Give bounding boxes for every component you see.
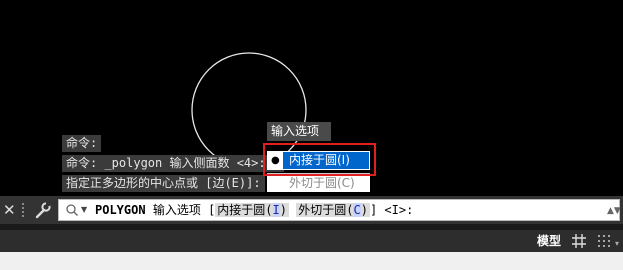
command-prompt: POLYGON 输入选项 [内接于圆(I) 外切于圆(C)] <I>: <box>95 200 413 220</box>
option-chip-circumscribed[interactable]: 外切于圆(C) <box>296 203 370 217</box>
default-value: <I>: <box>384 203 414 217</box>
snap-grid-icon[interactable] <box>597 234 611 248</box>
history-line-2: 命令: _polygon 输入侧面数 <4>: 6 <box>62 155 285 172</box>
close-bracket: ] <box>369 203 378 217</box>
chip1-key: I <box>272 203 280 217</box>
command-name: POLYGON <box>95 203 146 217</box>
chip2-text: 外切于圆( <box>298 203 354 217</box>
status-bar: 模型 ▾ <box>0 230 623 252</box>
history-line-1: 命令: <box>62 135 102 152</box>
prompt-text: 输入选项 <box>152 203 201 217</box>
command-input[interactable]: ▼ POLYGON 输入选项 [内接于圆(I) 外切于圆(C)] <I>: ▲▼ <box>58 199 621 221</box>
grid-icon[interactable] <box>571 233 587 249</box>
grip-handle-icon[interactable] <box>18 201 28 219</box>
chip2-close: ) <box>360 203 368 217</box>
chevron-down-icon[interactable]: ▾ <box>615 240 619 248</box>
chip1-close: ) <box>279 203 287 217</box>
chip2-key: C <box>353 203 361 217</box>
history-line-3: 指定正多边形的中心点或 [边(E)]: <box>62 175 265 192</box>
chip1-text: 内接于圆( <box>217 203 273 217</box>
popup-title: 输入选项 <box>267 122 331 141</box>
command-search-icon[interactable] <box>65 203 79 217</box>
close-icon[interactable]: ✕ <box>3 200 16 220</box>
highlight-callout <box>263 143 376 176</box>
option-chip-inscribed[interactable]: 内接于圆(I) <box>215 203 289 217</box>
dropdown-arrow-icon[interactable]: ▼ <box>81 202 87 218</box>
scroll-arrows-icon[interactable]: ▲▼ <box>607 206 621 216</box>
bottom-strip <box>0 252 623 270</box>
drawing-canvas[interactable]: 命令: 命令: _polygon 输入侧面数 <4>: 6 指定正多边形的中心点… <box>0 0 623 196</box>
wrench-icon[interactable] <box>34 200 52 220</box>
model-tab[interactable]: 模型 <box>532 231 566 251</box>
command-bar: ✕ ▼ POLYGON 输入选项 [内接于圆(I) 外切于圆(C)] <I>: … <box>0 196 623 224</box>
